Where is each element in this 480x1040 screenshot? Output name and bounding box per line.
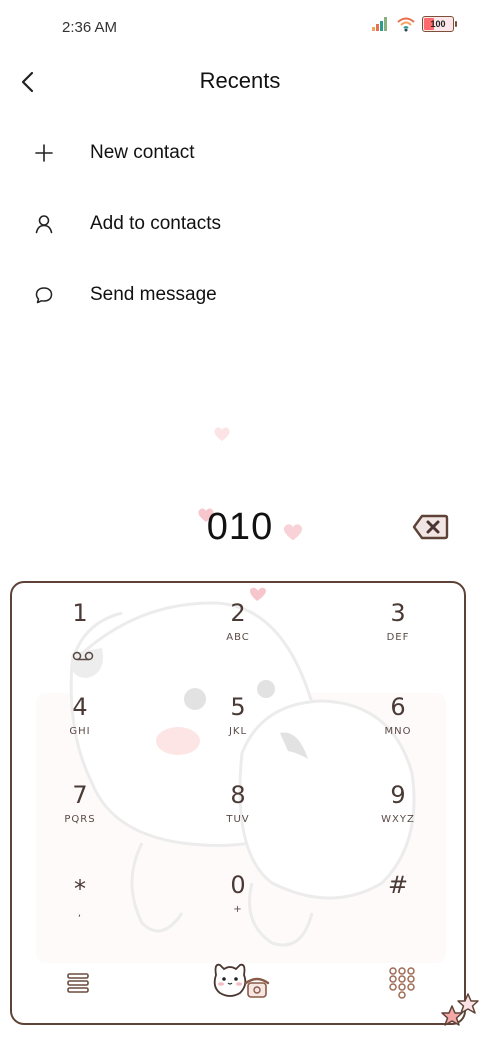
new-contact-label: New contact: [90, 141, 195, 163]
key-letters: WXYZ: [381, 814, 415, 825]
key-7[interactable]: 7 PQRS: [20, 781, 140, 853]
key-letters: +: [233, 904, 243, 915]
battery-icon: 100: [422, 16, 457, 32]
send-message-item[interactable]: Send message: [0, 259, 480, 330]
key-9[interactable]: 9 WXYZ: [338, 781, 458, 853]
actions-menu: New contact Add to contacts Send message: [0, 117, 480, 330]
key-digit: 0: [230, 871, 246, 899]
plus-icon: [32, 141, 56, 165]
keypad-toggle-button[interactable]: [382, 961, 422, 1005]
key-8[interactable]: 8 TUV: [178, 781, 298, 853]
key-digit: #: [387, 871, 409, 899]
status-icons: 100: [372, 16, 457, 32]
key-0[interactable]: 0 +: [178, 871, 298, 943]
key-digit: 9: [390, 781, 406, 809]
key-letters: TUV: [226, 814, 250, 825]
key-2[interactable]: 2 ABC: [178, 599, 298, 671]
battery-level: 100: [430, 19, 446, 29]
add-to-contacts-item[interactable]: Add to contacts: [0, 188, 480, 259]
heart-decoration-icon: [214, 427, 230, 441]
key-digit: 3: [390, 599, 406, 627]
status-bar: 2:36 AM 100: [0, 0, 480, 56]
key-digit: *: [74, 875, 86, 903]
key-digit: 7: [72, 781, 88, 809]
dial-number-row: 010: [0, 500, 480, 560]
menu-icon: [67, 973, 89, 993]
key-digit: 8: [230, 781, 246, 809]
key-digit: 2: [230, 599, 246, 627]
send-message-label: Send message: [90, 283, 217, 305]
key-1[interactable]: 1: [20, 599, 140, 671]
key-digit: 1: [72, 599, 88, 627]
call-button[interactable]: [208, 949, 272, 1013]
key-letters: ,: [77, 908, 83, 919]
signal-icon: [372, 17, 387, 31]
status-time: 2:36 AM: [62, 19, 118, 36]
key-letters: ABC: [226, 632, 250, 643]
backspace-icon: [412, 514, 449, 540]
header: Recents: [0, 56, 480, 108]
delete-button[interactable]: [412, 512, 450, 542]
keypad: 1 2 ABC 3 DEF 4 GHI 5 JKL 6 MNO 7 PQRS 8…: [10, 581, 466, 1025]
keypad-bottom-bar: [12, 945, 464, 1023]
new-contact-item[interactable]: New contact: [0, 117, 480, 188]
key-4[interactable]: 4 GHI: [20, 693, 140, 765]
key-digit: 5: [230, 693, 246, 721]
dialed-number: 010: [206, 506, 274, 548]
keypad-toggle-icon: [389, 967, 415, 999]
person-icon: [32, 212, 56, 236]
key-3[interactable]: 3 DEF: [338, 599, 458, 671]
key-6[interactable]: 6 MNO: [338, 693, 458, 765]
key-5[interactable]: 5 JKL: [178, 693, 298, 765]
add-to-contacts-label: Add to contacts: [90, 212, 221, 234]
call-button-icon: [213, 963, 270, 998]
key-letters: DEF: [386, 632, 410, 643]
chat-bubble-icon: [32, 283, 56, 307]
key-letters: PQRS: [64, 814, 96, 825]
page-title: Recents: [199, 68, 281, 93]
wifi-icon: [397, 17, 415, 32]
menu-button[interactable]: [58, 963, 98, 1003]
key-letters: MNO: [384, 726, 412, 737]
key-digit: 6: [390, 693, 406, 721]
voicemail-icon: [72, 651, 94, 661]
key-star[interactable]: * ,: [20, 875, 140, 947]
key-letters: GHI: [69, 726, 91, 737]
key-digit: 4: [72, 693, 88, 721]
stars-decoration-icon: [441, 993, 479, 1026]
key-hash[interactable]: #: [338, 871, 458, 943]
key-letters: JKL: [228, 726, 248, 737]
